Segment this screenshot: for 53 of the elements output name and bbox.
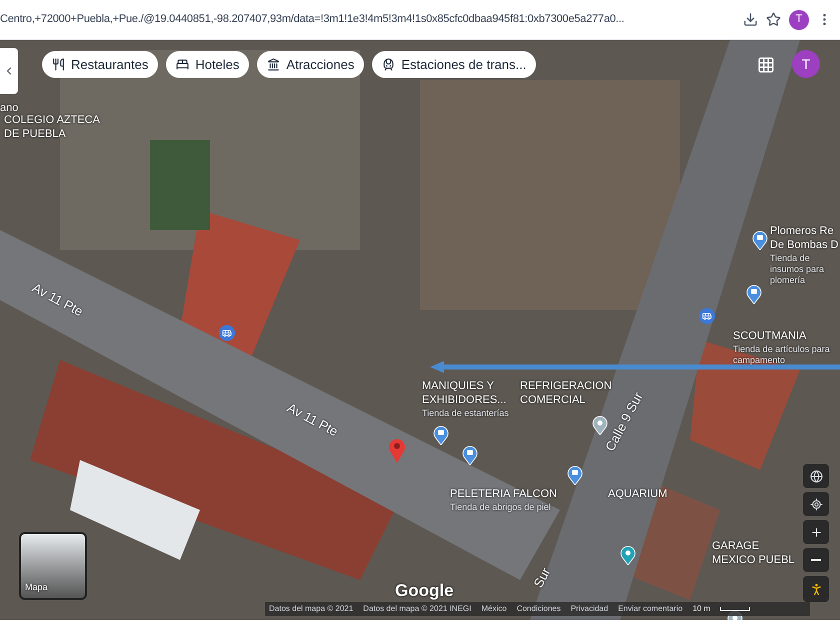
category-chip[interactable]: Atracciones: [257, 51, 364, 78]
scale-bar: [720, 607, 750, 611]
footer-link[interactable]: México: [481, 603, 507, 615]
shopping-pin-icon[interactable]: [462, 445, 478, 465]
shopping-pin-icon[interactable]: [567, 465, 583, 485]
place-category: Tienda de artículos para campamento: [733, 344, 831, 366]
scale-label: 10 m: [692, 603, 710, 615]
minus-icon: [811, 559, 821, 561]
place-name[interactable]: ano: [0, 102, 40, 116]
footer-link[interactable]: Datos del mapa © 2021: [269, 603, 354, 615]
footer-link[interactable]: Privacidad: [570, 603, 608, 615]
footer-link[interactable]: Enviar comentario: [618, 603, 683, 615]
place-name[interactable]: GARAGE MEXICO PUEBL: [712, 540, 798, 568]
category-chip[interactable]: Hoteles: [166, 51, 250, 78]
shopping-pin-icon[interactable]: [433, 425, 449, 445]
bookmark-star-icon[interactable]: [766, 12, 781, 27]
zoom-out-button[interactable]: [803, 548, 829, 572]
profile-avatar[interactable]: T: [789, 10, 809, 30]
place-name[interactable]: COLEGIO AZTECA DE PUEBLA: [4, 114, 114, 142]
satellite-imagery-drawing[interactable]: [0, 40, 840, 620]
place-name[interactable]: Plomeros Re De Bombas D: [770, 225, 840, 252]
url-field[interactable]: Centro,+72000+Puebla,+Pue./@19.0440851,-98.207407,93m/data=!3m1!1e3!4m5!3m4!1s0x85cfc0dbaa945f81:0xb7300e5a277a0...: [0, 11, 735, 28]
globe-button[interactable]: [803, 464, 829, 488]
place-name[interactable]: PELETERIA FALCON: [450, 488, 565, 502]
place-category: Tienda de estanterías: [422, 408, 510, 419]
zoom-in-button[interactable]: [803, 520, 829, 544]
footer-link[interactable]: Condiciones: [516, 603, 561, 615]
layer-toggle[interactable]: Mapa: [19, 532, 87, 600]
street-name: Sur: [530, 564, 554, 592]
globe-icon: [810, 470, 822, 482]
category-chip[interactable]: Estaciones de trans...: [372, 51, 536, 78]
street-view-button[interactable]: [803, 576, 829, 602]
category-chip[interactable]: Restaurantes: [42, 51, 158, 78]
apps-grid-icon[interactable]: [757, 56, 775, 74]
transit-icon: [382, 58, 396, 71]
place-name[interactable]: AQUARIUM: [608, 488, 678, 502]
locate-icon: [810, 498, 822, 510]
place-name[interactable]: SCOUTMANIA: [733, 330, 833, 344]
google-logo: Google: [395, 580, 454, 602]
plus-icon: [810, 526, 822, 538]
street-name: Av 11 Pte: [28, 278, 87, 322]
hotel-icon: [176, 58, 190, 71]
street-name: Av 11 Pte: [284, 398, 342, 442]
shopping-pin-icon[interactable]: [746, 284, 762, 304]
restaurant-icon: [52, 58, 65, 71]
place-category: Tienda de insumos para plomería: [770, 252, 826, 286]
place-category: Tienda de abrigos de piel: [450, 502, 552, 513]
attraction-icon: [267, 58, 280, 71]
place-name[interactable]: MANIQUIES Y EXHIBIDORES...: [422, 380, 516, 408]
footer-link[interactable]: Datos del mapa © 2021 INEGI: [363, 603, 472, 615]
download-icon[interactable]: [743, 12, 758, 27]
locate-button[interactable]: [803, 492, 829, 516]
shopping-pin-icon[interactable]: [752, 230, 768, 250]
